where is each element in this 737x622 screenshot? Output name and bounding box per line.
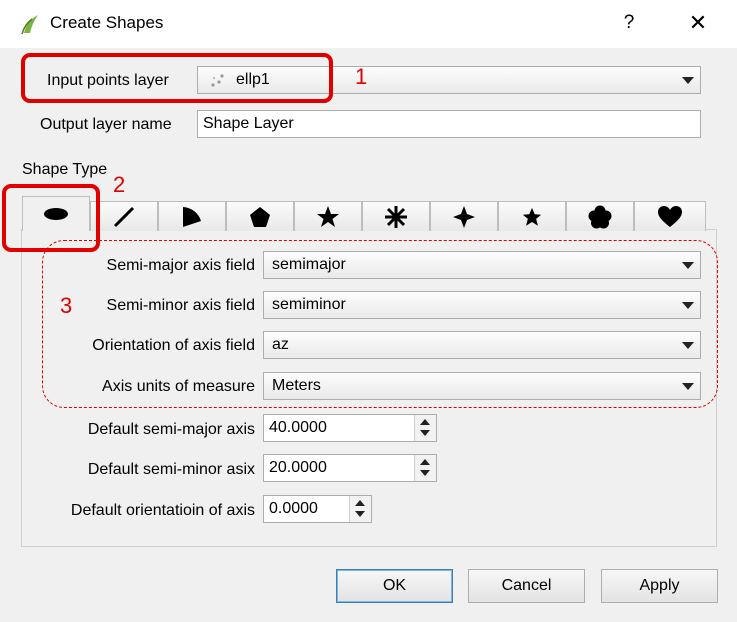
spin-down-icon[interactable]	[355, 511, 365, 517]
help-button[interactable]: ?	[614, 8, 644, 38]
spin-buttons[interactable]	[414, 415, 436, 441]
default-orientation-spinbox[interactable]: 0.0000	[263, 495, 372, 523]
heart-icon	[658, 205, 682, 227]
semi-minor-field-label: Semi-minor axis field	[106, 297, 255, 314]
small-star-icon	[522, 207, 542, 226]
semi-minor-field-value: semiminor	[272, 296, 346, 313]
spin-down-icon[interactable]	[420, 430, 430, 436]
tab-four-point-star[interactable]	[430, 201, 498, 231]
tab-star[interactable]	[294, 201, 362, 231]
orientation-field-combo[interactable]: az	[263, 331, 701, 359]
default-semi-minor-label: Default semi-minor asix	[87, 461, 255, 478]
annotation-number-1: 1	[355, 64, 368, 89]
ok-button[interactable]: OK	[336, 569, 453, 603]
star-icon	[317, 205, 339, 227]
semi-major-field-combo[interactable]: semimajor	[263, 251, 701, 279]
default-semi-minor-value: 20.0000	[269, 459, 327, 476]
axis-units-label: Axis units of measure	[102, 378, 255, 395]
default-semi-minor-spinbox[interactable]: 20.0000	[263, 454, 437, 482]
spin-up-icon[interactable]	[420, 459, 430, 465]
orientation-field-value: az	[272, 336, 289, 353]
chevron-down-icon	[682, 342, 694, 349]
default-semi-major-value: 40.0000	[269, 419, 327, 436]
output-layer-input[interactable]: Shape Layer	[197, 110, 701, 138]
tab-asterisk[interactable]	[362, 201, 430, 231]
semi-major-field-value: semimajor	[272, 256, 346, 273]
close-button[interactable]: ✕	[683, 8, 713, 38]
orientation-field-label: Orientation of axis field	[92, 337, 255, 354]
spin-buttons[interactable]	[414, 455, 436, 481]
window-title: Create Shapes	[50, 13, 164, 32]
chevron-down-icon	[682, 302, 694, 309]
semi-minor-field-combo[interactable]: semiminor	[263, 291, 701, 319]
semi-major-field-label: Semi-major axis field	[106, 257, 255, 274]
chevron-down-icon	[682, 383, 694, 390]
spin-up-icon[interactable]	[420, 419, 430, 425]
apply-button[interactable]: Apply	[601, 569, 718, 603]
flower-icon	[588, 205, 612, 228]
default-orientation-value: 0.0000	[269, 500, 318, 517]
chevron-down-icon	[682, 262, 694, 269]
output-layer-label: Output layer name	[40, 116, 172, 133]
chevron-down-icon	[682, 77, 694, 84]
spin-buttons[interactable]	[349, 496, 371, 522]
tab-small-star[interactable]	[498, 201, 566, 231]
line-icon	[113, 206, 135, 227]
tab-line[interactable]	[90, 201, 158, 231]
axis-units-combo[interactable]: Meters	[263, 372, 701, 400]
qgis-app-icon	[20, 13, 40, 35]
annotation-number-2: 2	[113, 172, 126, 197]
output-layer-value: Shape Layer	[203, 115, 294, 132]
default-orientation-label: Default orientatioin of axis	[70, 502, 255, 519]
default-semi-major-label: Default semi-major axis	[87, 421, 255, 438]
spin-up-icon[interactable]	[355, 500, 365, 506]
axis-units-value: Meters	[272, 377, 321, 394]
asterisk-icon	[385, 205, 407, 228]
default-semi-major-spinbox[interactable]: 40.0000	[263, 414, 437, 442]
cancel-button[interactable]: Cancel	[468, 569, 585, 603]
tab-pentagon[interactable]	[226, 201, 294, 231]
tab-flower[interactable]	[566, 201, 634, 231]
tab-heart[interactable]	[634, 201, 706, 231]
shape-type-label: Shape Type	[22, 161, 108, 178]
spin-down-icon[interactable]	[420, 470, 430, 476]
pentagon-icon	[250, 206, 270, 227]
annotation-box-2	[2, 184, 100, 252]
four-point-star-icon	[453, 205, 475, 228]
annotation-box-1	[21, 53, 333, 103]
pie-wedge-icon	[183, 206, 201, 227]
tab-pie-wedge[interactable]	[158, 201, 226, 231]
